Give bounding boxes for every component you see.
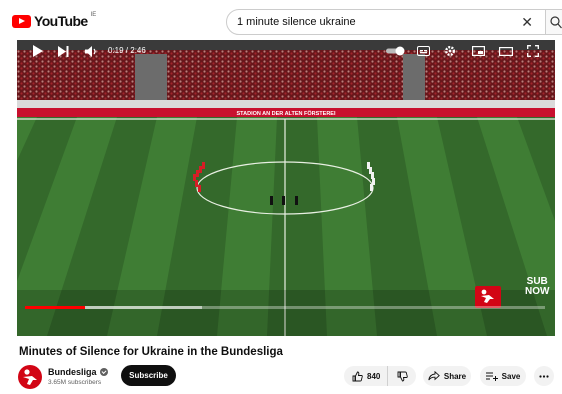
miniplayer-button[interactable]: [470, 40, 486, 62]
miniplayer-icon: [471, 46, 485, 56]
more-actions-button[interactable]: [534, 366, 554, 386]
sub-now-logo: SUB NOW: [525, 277, 549, 297]
search-input[interactable]: 1 minute silence ukraine ✕: [226, 9, 546, 35]
top-bar: YouTube IE 1 minute silence ukraine ✕: [0, 0, 562, 40]
thumbs-down-icon: [397, 371, 408, 381]
theater-mode-icon: [499, 46, 513, 56]
next-icon: [57, 45, 68, 57]
youtube-logo[interactable]: YouTube IE: [12, 12, 97, 29]
more-horizontal-icon: [539, 374, 549, 378]
bundesliga-avatar-icon: [23, 369, 37, 385]
fullscreen-button[interactable]: [525, 40, 541, 62]
volume-button[interactable]: [83, 40, 99, 62]
time-display: 0:19 / 2:46: [108, 46, 146, 55]
like-dislike-group: 840: [344, 366, 416, 386]
theater-mode-button[interactable]: [498, 40, 514, 62]
thumbs-up-icon: [352, 371, 363, 381]
dislike-button[interactable]: [388, 366, 416, 386]
volume-icon: [84, 45, 96, 57]
subtitles-button[interactable]: [415, 40, 431, 62]
play-icon: [32, 45, 43, 57]
played-bar: [25, 306, 85, 309]
gear-icon: [445, 46, 455, 56]
autoplay-toggle[interactable]: [385, 40, 407, 62]
subscriber-count: 3.65M subscribers: [48, 379, 102, 386]
save-button[interactable]: Save: [480, 366, 526, 386]
progress-bar[interactable]: [25, 306, 545, 309]
clear-search-icon[interactable]: ✕: [521, 14, 533, 31]
autoplay-toggle-icon: [386, 46, 405, 56]
video-player[interactable]: STADION AN DER ALTEN FÖRSTEREI SUB NOW 0…: [17, 40, 555, 336]
subtitles-icon: [416, 46, 430, 56]
channel-avatar[interactable]: [18, 365, 42, 389]
search-icon: [550, 16, 562, 29]
verified-icon: [99, 368, 108, 376]
like-count: 840: [367, 371, 381, 381]
overlay-text-now: NOW: [525, 286, 550, 297]
save-to-playlist-icon: [485, 372, 498, 381]
channel-name-text: Bundesliga: [48, 367, 97, 377]
subscribe-button[interactable]: Subscribe: [121, 365, 176, 386]
share-label: Share: [443, 371, 467, 381]
search-query: 1 minute silence ukraine: [237, 16, 356, 28]
search-button[interactable]: [546, 9, 562, 35]
channel-name[interactable]: Bundesliga: [48, 367, 108, 377]
settings-button[interactable]: [442, 40, 458, 62]
next-button[interactable]: [55, 40, 71, 62]
like-button[interactable]: 840: [344, 366, 388, 386]
fullscreen-icon: [527, 45, 539, 57]
share-button[interactable]: Share: [423, 366, 471, 386]
share-icon: [428, 371, 440, 381]
save-label: Save: [501, 371, 521, 381]
logo-text: YouTube: [34, 13, 88, 29]
video-title: Minutes of Silence for Ukraine in the Bu…: [19, 346, 283, 358]
youtube-play-icon: [12, 14, 31, 28]
play-button[interactable]: [29, 40, 45, 62]
stadium-banner-text: STADION AN DER ALTEN FÖRSTEREI: [237, 110, 336, 117]
bundesliga-logo-icon: [475, 286, 501, 308]
region-code: IE: [90, 12, 97, 18]
